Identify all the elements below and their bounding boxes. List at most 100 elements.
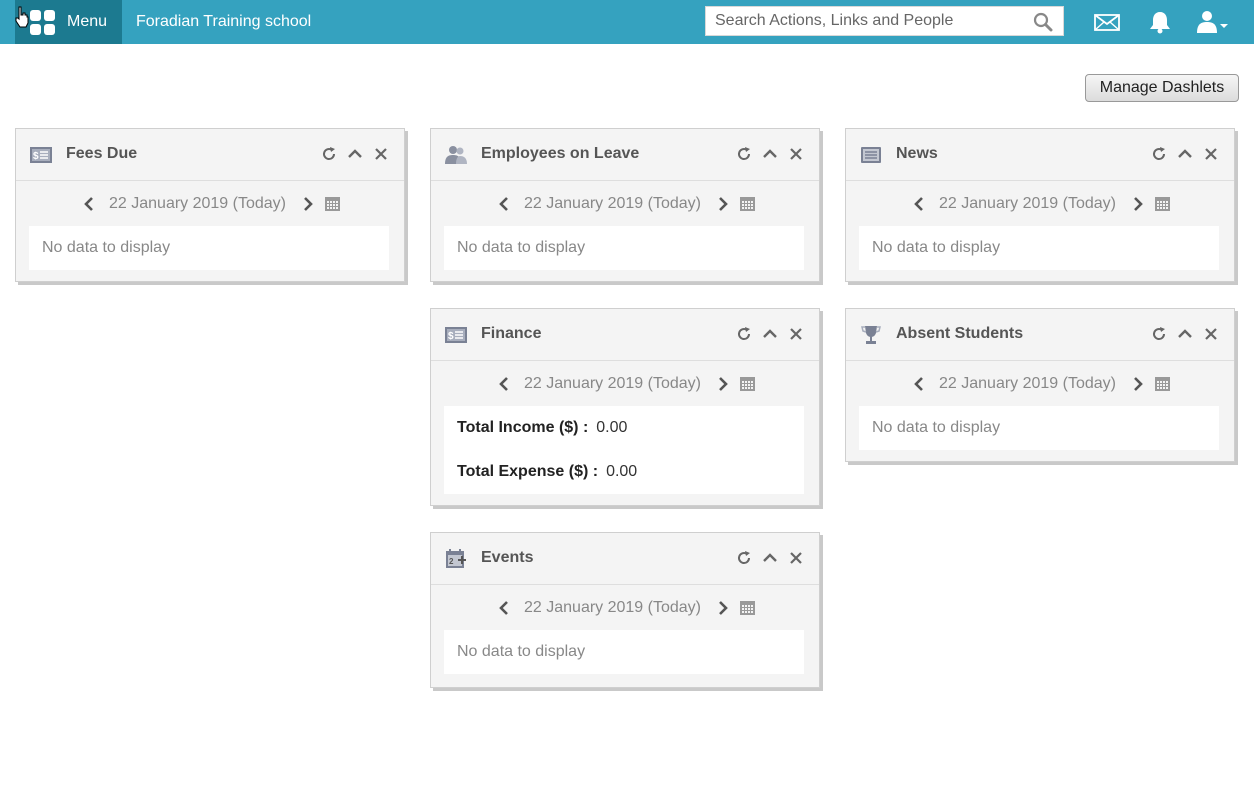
calendar-icon[interactable]	[739, 599, 756, 616]
date-label: 22 January 2019 (Today)	[524, 599, 701, 616]
svg-text:$: $	[448, 331, 454, 342]
chevron-up-icon[interactable]	[1177, 146, 1193, 162]
refresh-icon[interactable]	[736, 146, 752, 162]
date-navigator: 22 January 2019 (Today)	[846, 361, 1234, 404]
dashlet-body: No data to display	[29, 226, 389, 270]
dashlet-body: No data to display	[859, 406, 1219, 450]
refresh-icon[interactable]	[1151, 146, 1167, 162]
total-expense-label: Total Expense ($) :	[457, 463, 599, 480]
dashlet-body: No data to display	[859, 226, 1219, 270]
dashlet-header: $ Fees Due	[16, 129, 404, 181]
calendar-icon[interactable]	[1154, 195, 1171, 212]
date-label: 22 January 2019 (Today)	[524, 195, 701, 212]
dashlet-fees-due: $ Fees Due 22 January 2019 (Today) No da…	[15, 128, 405, 282]
dashlet-absent-students: Absent Students 22 January 2019 (Today) …	[845, 308, 1235, 462]
chevron-right-icon[interactable]	[1132, 376, 1144, 392]
calendar-icon[interactable]	[1154, 375, 1171, 392]
total-income-value: 0.00	[596, 419, 628, 436]
dashlet-title: Absent Students	[896, 325, 1024, 342]
close-icon[interactable]	[373, 146, 389, 162]
chevron-right-icon[interactable]	[717, 376, 729, 392]
chevron-left-icon[interactable]	[913, 376, 925, 392]
bell-icon[interactable]	[1147, 10, 1173, 34]
refresh-icon[interactable]	[736, 550, 752, 566]
trophy-icon	[861, 326, 881, 344]
empty-message: No data to display	[457, 239, 586, 256]
close-icon[interactable]	[788, 550, 804, 566]
menu-button[interactable]: Menu	[15, 0, 122, 44]
total-expense-row: Total Expense ($) : 0.00	[444, 450, 804, 494]
chevron-left-icon[interactable]	[83, 196, 95, 212]
dashlet-header: 2 Events	[431, 533, 819, 585]
chevron-left-icon[interactable]	[498, 600, 510, 616]
date-label: 22 January 2019 (Today)	[939, 195, 1116, 212]
date-navigator: 22 January 2019 (Today)	[431, 181, 819, 224]
date-label: 22 January 2019 (Today)	[524, 375, 701, 392]
date-navigator: 22 January 2019 (Today)	[431, 585, 819, 628]
search-input[interactable]	[715, 7, 1025, 35]
svg-text:$: $	[33, 151, 39, 162]
calendar-icon[interactable]	[739, 375, 756, 392]
menu-label: Menu	[67, 13, 108, 30]
chevron-up-icon[interactable]	[762, 146, 778, 162]
manage-dashlets-button[interactable]: Manage Dashlets	[1085, 74, 1239, 102]
dashlet-events: 2 Events 22 January 2019 (Today) No data…	[430, 532, 820, 688]
empty-message: No data to display	[872, 419, 1001, 436]
dashlet-body: No data to display	[444, 630, 804, 674]
chevron-left-icon[interactable]	[498, 196, 510, 212]
chevron-right-icon[interactable]	[302, 196, 314, 212]
chevron-right-icon[interactable]	[1132, 196, 1144, 212]
school-name-link[interactable]: Foradian Training school	[136, 13, 311, 31]
chevron-up-icon[interactable]	[347, 146, 363, 162]
dashlet-header: Absent Students	[846, 309, 1234, 361]
empty-message: No data to display	[42, 239, 171, 256]
date-navigator: 22 January 2019 (Today)	[16, 181, 404, 224]
user-icon[interactable]	[1196, 10, 1230, 34]
calendar-add-icon: 2	[446, 549, 466, 568]
news-icon	[861, 147, 881, 163]
refresh-icon[interactable]	[321, 146, 337, 162]
dashlet-title: News	[896, 145, 938, 162]
dashlet-news: News 22 January 2019 (Today) No data to …	[845, 128, 1235, 282]
dashlet-title: Fees Due	[66, 145, 138, 162]
total-income-label: Total Income ($) :	[457, 419, 589, 436]
dashlet-employees-on-leave: Employees on Leave 22 January 2019 (Toda…	[430, 128, 820, 282]
dashlet-header: $ Finance	[431, 309, 819, 361]
date-navigator: 22 January 2019 (Today)	[431, 361, 819, 404]
search-icon[interactable]	[1033, 12, 1053, 32]
chevron-left-icon[interactable]	[913, 196, 925, 212]
search-box	[705, 6, 1064, 36]
total-income-row: Total Income ($) : 0.00	[444, 406, 804, 450]
top-navigation-bar: Menu Foradian Training school	[0, 0, 1254, 44]
dashlet-body: No data to display	[444, 226, 804, 270]
total-expense-value: 0.00	[606, 463, 638, 480]
money-icon: $	[30, 147, 52, 163]
refresh-icon[interactable]	[736, 326, 752, 342]
date-label: 22 January 2019 (Today)	[109, 195, 286, 212]
grid-menu-icon	[30, 10, 55, 35]
dashlet-body: Total Income ($) : 0.00 Total Expense ($)…	[444, 406, 804, 494]
refresh-icon[interactable]	[1151, 326, 1167, 342]
calendar-icon[interactable]	[739, 195, 756, 212]
calendar-icon[interactable]	[324, 195, 341, 212]
empty-message: No data to display	[872, 239, 1001, 256]
date-label: 22 January 2019 (Today)	[939, 375, 1116, 392]
chevron-up-icon[interactable]	[1177, 326, 1193, 342]
dashlet-title: Finance	[481, 325, 542, 342]
dashlet-title: Events	[481, 549, 534, 566]
chevron-up-icon[interactable]	[762, 550, 778, 566]
svg-text:2: 2	[449, 557, 454, 566]
chevron-left-icon[interactable]	[498, 376, 510, 392]
close-icon[interactable]	[1203, 326, 1219, 342]
chevron-up-icon[interactable]	[762, 326, 778, 342]
mouse-pointer-icon	[15, 6, 29, 28]
close-icon[interactable]	[788, 326, 804, 342]
empty-message: No data to display	[457, 643, 586, 660]
dashlet-title: Employees on Leave	[481, 145, 640, 162]
mail-icon[interactable]	[1094, 10, 1120, 34]
chevron-right-icon[interactable]	[717, 196, 729, 212]
close-icon[interactable]	[788, 146, 804, 162]
chevron-right-icon[interactable]	[717, 600, 729, 616]
date-navigator: 22 January 2019 (Today)	[846, 181, 1234, 224]
close-icon[interactable]	[1203, 146, 1219, 162]
